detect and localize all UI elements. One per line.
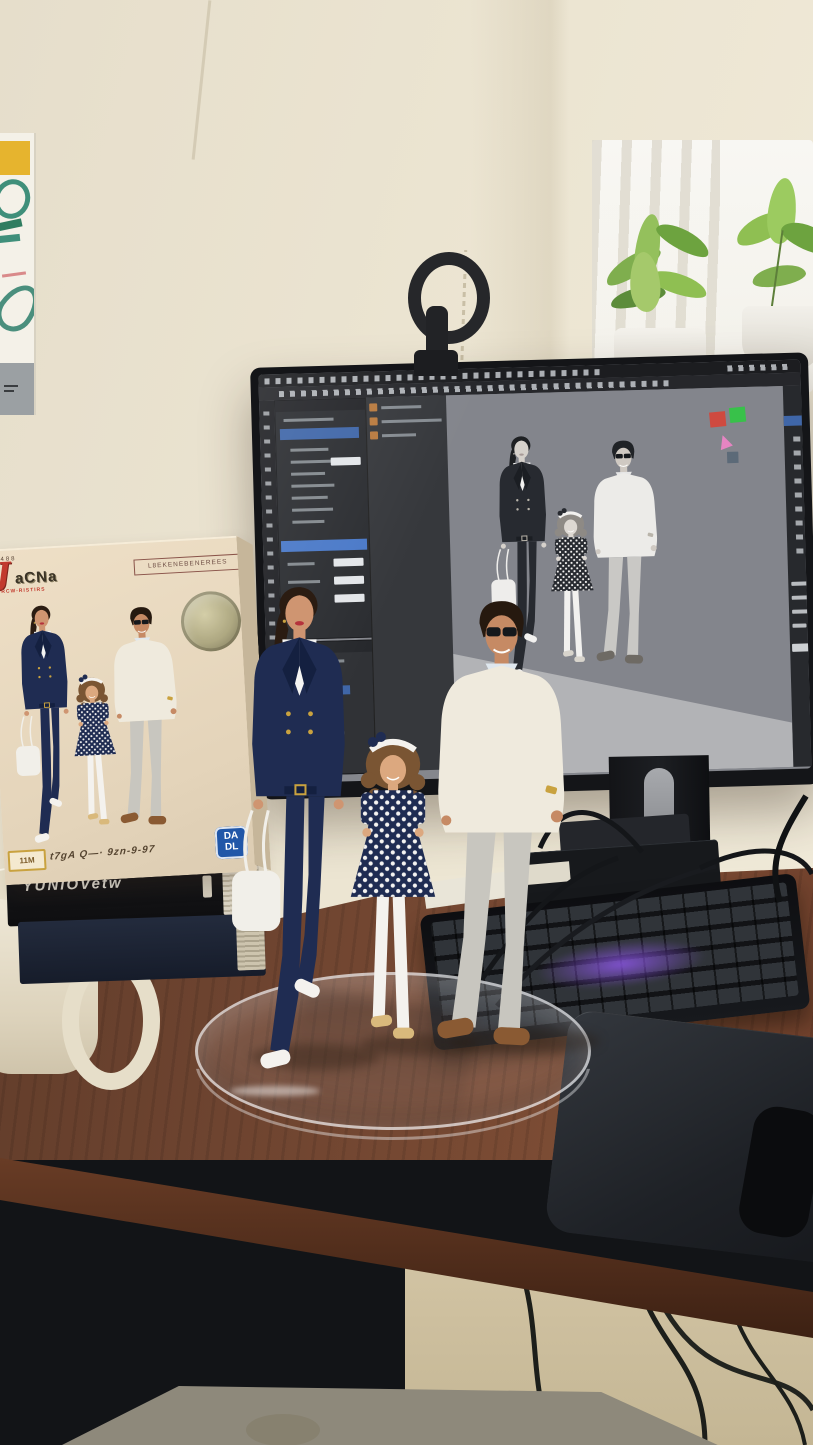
poster-teal-swirl	[0, 174, 36, 224]
poster-gray-band	[0, 363, 34, 415]
monitor-hook	[408, 252, 490, 344]
dock-row	[791, 581, 811, 586]
poster-caption-dash	[4, 390, 14, 392]
family-figurines	[224, 573, 566, 1096]
value-field	[333, 558, 363, 567]
box-logo-letter: J	[0, 556, 11, 592]
panel-row	[284, 418, 334, 422]
gizmo-icon	[716, 435, 735, 454]
potted-plant-left	[596, 196, 726, 372]
selected-row	[280, 427, 359, 440]
leaf	[653, 218, 714, 263]
selected-row	[784, 415, 810, 426]
layer-label	[382, 433, 416, 437]
leaf	[751, 261, 808, 290]
highlight-bar	[281, 539, 368, 552]
gizmo-icon	[721, 446, 744, 469]
desk-scene: YUNIOVetw 8488 J aCNa PRCW-RISTIRS L8EKE…	[0, 0, 813, 1445]
monitor-hook-base	[414, 350, 458, 376]
box-logo-word: aCNa	[15, 568, 58, 587]
wall-poster	[0, 133, 36, 415]
poster-teal-leaf	[0, 277, 36, 339]
dock-row	[792, 643, 811, 652]
layer-thumbnail	[370, 417, 378, 425]
layer-item	[369, 401, 443, 412]
layer-item	[370, 429, 444, 440]
green-swatch	[729, 407, 746, 423]
box-art-family	[4, 592, 186, 858]
panel-row	[292, 508, 333, 512]
panel-row	[288, 562, 315, 566]
panel-row	[291, 472, 325, 476]
potted-plant-right	[732, 170, 813, 376]
figure-box-front: 8488 J aCNa PRCW-RISTIRS L8EKENEBENEREES…	[0, 536, 257, 886]
layer-label	[382, 419, 442, 424]
layer-thumbnail	[370, 431, 378, 439]
floor-object	[246, 1414, 320, 1445]
poster-yellow-block	[0, 141, 30, 175]
dock-row	[792, 595, 808, 599]
panel-row	[291, 484, 334, 488]
poster-caption-dash	[4, 385, 18, 387]
layer-item	[370, 415, 444, 426]
red-swatch	[709, 411, 726, 427]
box-badge: 11M	[8, 849, 47, 872]
box-logo-top-text: 8488	[0, 550, 131, 564]
dock-icons	[793, 434, 803, 554]
dock-row	[792, 623, 806, 627]
dock-row	[792, 609, 811, 614]
panel-row	[292, 520, 324, 524]
poster-pink-line	[2, 271, 26, 277]
layer-label	[381, 405, 421, 409]
panel-row	[292, 496, 328, 500]
poster-green-stroke	[0, 234, 20, 243]
value-field	[331, 457, 361, 466]
panel-header	[275, 399, 365, 413]
layer-thumbnail	[369, 403, 377, 411]
panel-row	[290, 448, 328, 452]
poster-green-stroke	[0, 218, 23, 231]
menu-right-items	[727, 364, 792, 372]
wall-corner-line	[192, 0, 212, 159]
